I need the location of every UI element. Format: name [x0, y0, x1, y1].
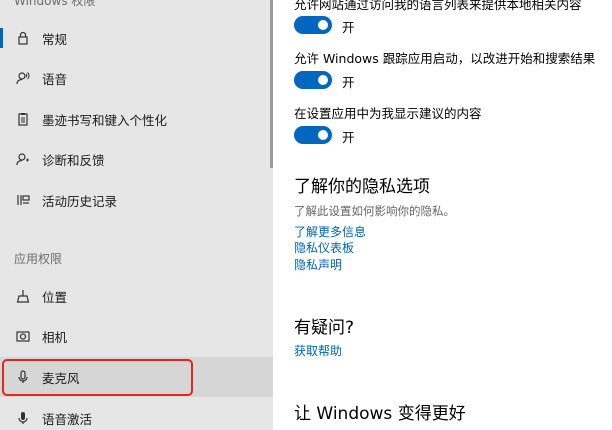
sidebar-item-label: 语音激活 [42, 411, 93, 427]
sidebar-item-label: 诊断和反馈 [42, 152, 105, 168]
sidebar-item-label: 活动历史记录 [42, 193, 118, 209]
voice-activation-icon [15, 410, 31, 426]
toggle-state-label: 开 [342, 20, 355, 35]
privacy-options-description: 了解此设置如何影响你的隐私。 [294, 204, 455, 218]
sidebar-item-camera[interactable]: 相机 [0, 316, 273, 356]
setting-website-language-label: 允许网站通过访问我的语言列表来提供本地相关内容 [294, 0, 582, 12]
privacy-dashboard-link[interactable]: 隐私仪表板 [294, 239, 354, 256]
sidebar-item-inking[interactable]: 墨迹书写和键入个性化 [0, 99, 273, 139]
toggle-state-label: 开 [342, 130, 355, 145]
sidebar-item-label: 语音 [42, 71, 68, 87]
setting-website-language-toggle[interactable] [294, 16, 332, 34]
sidebar-item-label: 墨迹书写和键入个性化 [42, 112, 168, 128]
sidebar-item-label: 常规 [42, 31, 68, 47]
location-icon [15, 288, 31, 304]
sidebar: Windows 权限 常规 语音 墨迹书写和键入个性化 诊断和反馈 活动历史记录… [0, 0, 273, 430]
toggle-knob [318, 75, 328, 85]
selection-indicator [0, 28, 3, 48]
sidebar-item-speech[interactable]: 语音 [0, 58, 273, 98]
camera-icon [15, 328, 31, 344]
lock-icon [15, 30, 31, 46]
main-content: 允许网站通过访问我的语言列表来提供本地相关内容 开 允许 Windows 跟踪应… [273, 0, 612, 430]
setting-suggested-content-toggle[interactable] [294, 126, 332, 144]
sidebar-item-diagnostics[interactable]: 诊断和反馈 [0, 139, 273, 179]
learn-more-link[interactable]: 了解更多信息 [294, 223, 366, 240]
app-permissions-section-label: 应用权限 [14, 252, 63, 266]
sidebar-item-label: 相机 [42, 329, 68, 345]
setting-suggested-content-label: 在设置应用中为我显示建议的内容 [294, 106, 482, 121]
sidebar-item-label: 位置 [42, 289, 68, 305]
highlight-outline [2, 359, 193, 396]
privacy-options-heading: 了解你的隐私选项 [294, 177, 430, 197]
toggle-knob [318, 20, 328, 30]
feedback-icon [15, 151, 31, 167]
toggle-state-label: 开 [342, 75, 355, 90]
privacy-statement-link[interactable]: 隐私声明 [294, 256, 342, 273]
speech-icon [15, 70, 31, 86]
sidebar-item-general[interactable]: 常规 [0, 18, 273, 58]
get-help-link[interactable]: 获取帮助 [294, 342, 342, 359]
make-windows-better-heading: 让 Windows 变得更好 [294, 404, 466, 424]
sidebar-item-voice-activation[interactable]: 语音激活 [0, 398, 273, 430]
setting-app-launch-toggle[interactable] [294, 71, 332, 89]
setting-app-launch-label: 允许 Windows 跟踪应用启动，以改进开始和搜索结果 [294, 51, 596, 66]
sidebar-item-activity-history[interactable]: 活动历史记录 [0, 180, 273, 220]
clipboard-icon [15, 111, 31, 127]
questions-heading: 有疑问? [294, 318, 355, 338]
sidebar-item-location[interactable]: 位置 [0, 276, 273, 316]
toggle-knob [318, 130, 328, 140]
timeline-icon [15, 192, 31, 208]
sidebar-header: Windows 权限 [14, 0, 96, 8]
